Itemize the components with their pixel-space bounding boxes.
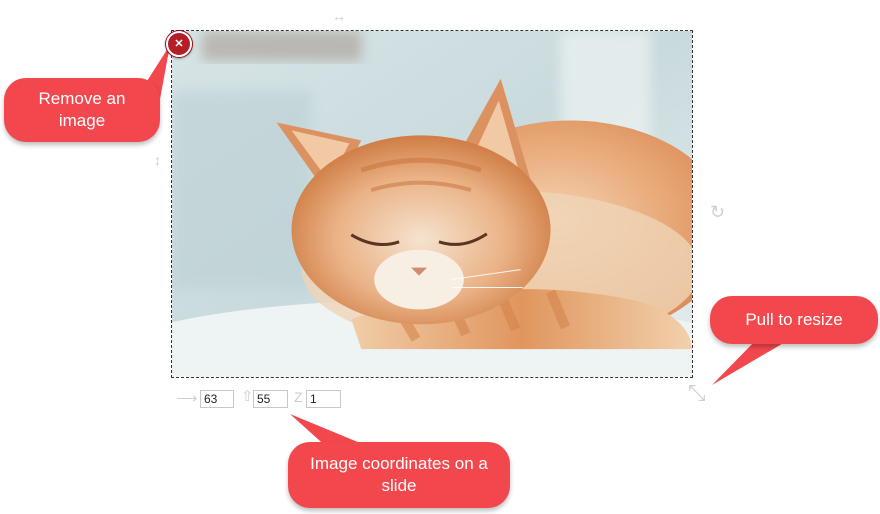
resize-callout-text: Pull to resize: [745, 310, 843, 329]
close-icon: ✕: [174, 38, 184, 50]
coordinates-callout: Image coordinates on a slide: [288, 442, 510, 508]
coordinates-callout-text: Image coordinates on a slide: [310, 454, 488, 495]
remove-image-callout-text: Remove an image: [38, 89, 126, 130]
resize-callout: Pull to resize: [710, 296, 878, 344]
remove-image-button[interactable]: ✕: [166, 31, 192, 57]
remove-image-callout: Remove an image: [4, 78, 160, 142]
